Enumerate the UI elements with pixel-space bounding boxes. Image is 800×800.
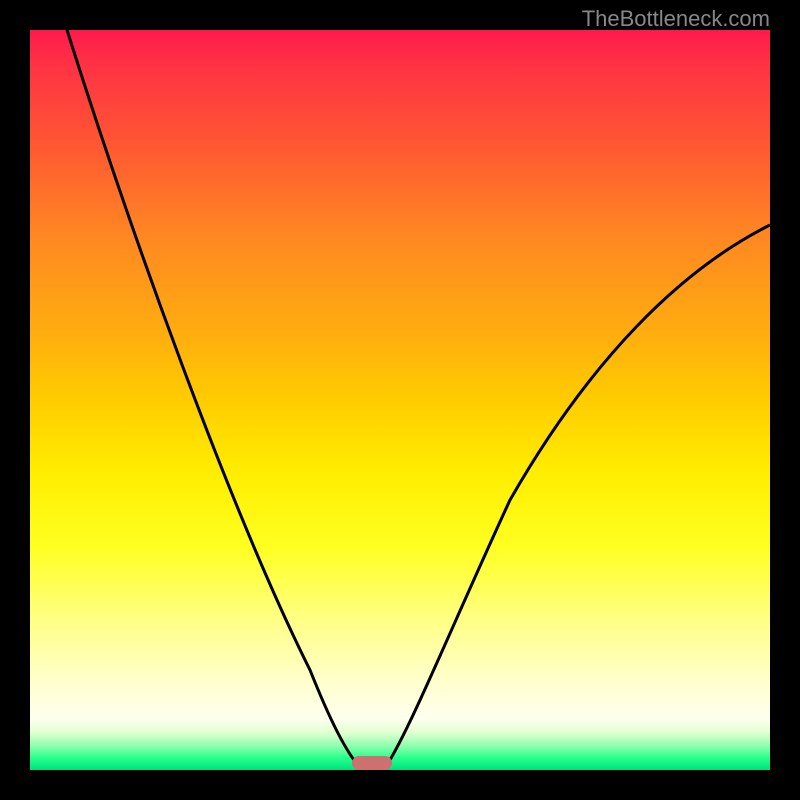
chart-curves: [30, 30, 770, 770]
watermark-text: TheBottleneck.com: [582, 6, 770, 32]
left-curve: [67, 30, 360, 768]
optimal-marker: [352, 756, 392, 770]
bottleneck-chart: [30, 30, 770, 770]
right-curve: [385, 225, 770, 768]
